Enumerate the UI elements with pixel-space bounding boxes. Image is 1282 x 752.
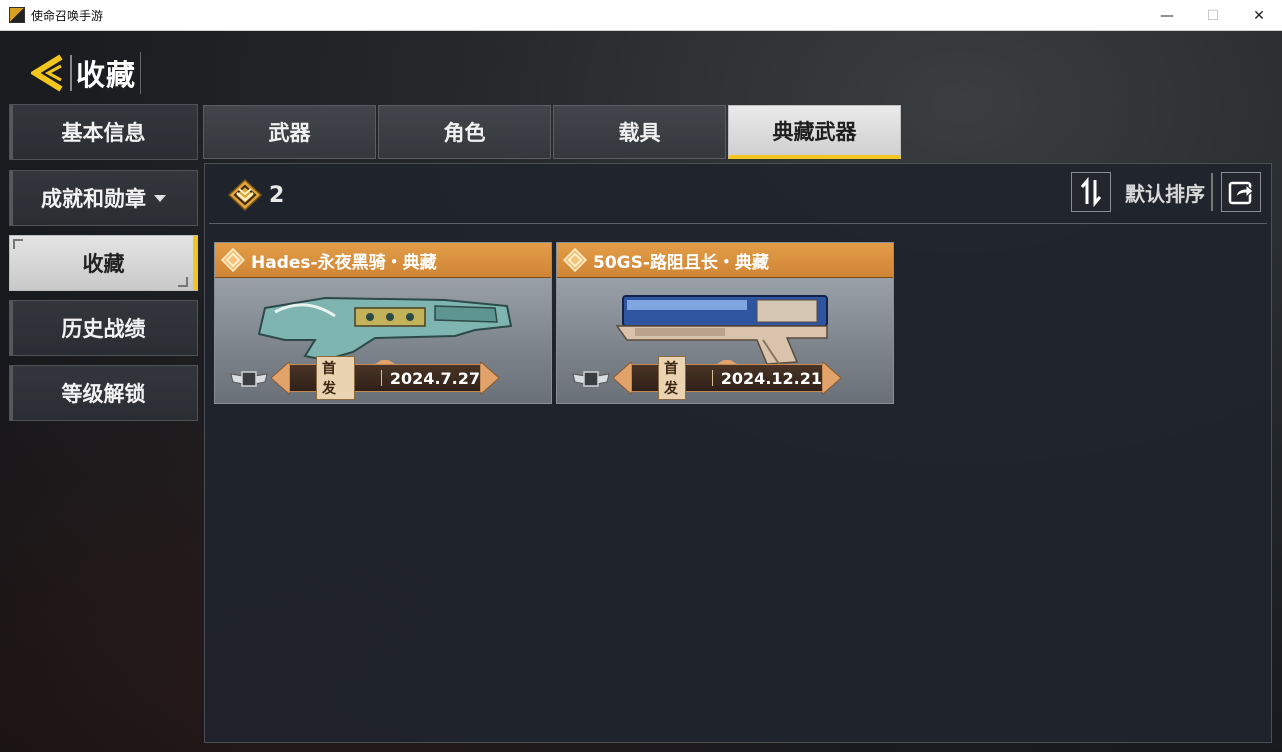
release-date: 2024.12.21 bbox=[720, 368, 822, 388]
share-icon bbox=[1228, 181, 1254, 205]
shotgun-weapon-image bbox=[257, 296, 513, 362]
card-weapon-name: 50GS-路阻且长・典藏 bbox=[593, 252, 769, 273]
rank-wings-badge-icon bbox=[230, 371, 268, 387]
diamond-rank-icon bbox=[227, 178, 263, 212]
sidebar-item-history[interactable]: 历史战绩 bbox=[9, 300, 198, 356]
release-ribbon: 首发 2024.12.21 bbox=[613, 356, 841, 400]
maximize-button[interactable]: ☐ bbox=[1190, 0, 1236, 31]
release-tag: 首发 bbox=[658, 356, 687, 400]
card-body: 首发 2024.7.27 bbox=[215, 278, 551, 403]
legendary-diamond-icon bbox=[221, 248, 245, 272]
sort-controls: 默认排序 bbox=[1071, 172, 1261, 212]
category-tabs: 武器 角色 载具 典藏武器 bbox=[203, 105, 903, 161]
tab-vehicles[interactable]: 载具 bbox=[553, 105, 726, 159]
sidebar-item-label: 成就和勋章 bbox=[41, 187, 146, 211]
release-ribbon: 首发 2024.7.27 bbox=[271, 356, 499, 400]
rank-wings-badge-icon bbox=[572, 371, 610, 387]
sidebar-item-label: 基本信息 bbox=[61, 121, 146, 145]
card-header: 50GS-路阻且长・典藏 bbox=[557, 243, 893, 278]
minimize-button[interactable]: — bbox=[1144, 0, 1190, 31]
ribbon-separator bbox=[380, 370, 382, 386]
back-button[interactable] bbox=[30, 53, 68, 93]
sort-label[interactable]: 默认排序 bbox=[1125, 178, 1205, 207]
back-arrow-icon bbox=[31, 54, 63, 92]
share-button[interactable] bbox=[1221, 172, 1261, 212]
game-area: 收藏 基本信息 成就和勋章 收藏 历史战绩 等级解锁 武器 角色 载具 典藏武器 bbox=[0, 31, 1282, 752]
sidebar-item-label: 等级解锁 bbox=[61, 382, 146, 406]
weapon-card[interactable]: 50GS-路阻且长・典藏 首发 2024.12.21 bbox=[556, 242, 894, 404]
pistol-weapon-image bbox=[615, 295, 828, 365]
ribbon-content: 首发 2024.7.27 bbox=[289, 356, 481, 400]
release-date: 2024.7.27 bbox=[389, 368, 480, 388]
collection-panel: 2 默认排序 Hades-永夜黑骑・典藏 首发 2024.7.27 50GS-路… bbox=[204, 163, 1272, 743]
sidebar-item-basic-info[interactable]: 基本信息 bbox=[9, 104, 198, 160]
ribbon-separator bbox=[712, 370, 713, 386]
app-icon bbox=[9, 7, 25, 23]
window-titlebar: 使命召唤手游 — ☐ ✕ bbox=[0, 0, 1282, 31]
sidebar-item-collection[interactable]: 收藏 bbox=[9, 235, 198, 291]
tab-legendary-weapons[interactable]: 典藏武器 bbox=[728, 105, 901, 159]
card-weapon-name: Hades-永夜黑骑・典藏 bbox=[251, 252, 437, 273]
window-controls: — ☐ ✕ bbox=[1144, 0, 1282, 31]
close-button[interactable]: ✕ bbox=[1236, 0, 1282, 31]
sidebar-item-label: 收藏 bbox=[82, 252, 125, 276]
weapon-card[interactable]: Hades-永夜黑骑・典藏 首发 2024.7.27 bbox=[214, 242, 552, 404]
sort-button[interactable] bbox=[1071, 172, 1111, 212]
ribbon-content: 首发 2024.12.21 bbox=[631, 356, 823, 400]
legendary-diamond-icon bbox=[563, 248, 587, 272]
sort-divider bbox=[1211, 173, 1213, 211]
collection-count: 2 bbox=[227, 178, 284, 212]
tab-characters[interactable]: 角色 bbox=[378, 105, 551, 159]
release-tag: 首发 bbox=[316, 356, 355, 400]
card-header: Hades-永夜黑骑・典藏 bbox=[215, 243, 551, 278]
sidebar-item-label: 历史战绩 bbox=[61, 317, 146, 341]
sort-arrows-icon bbox=[1080, 177, 1102, 207]
tab-weapons[interactable]: 武器 bbox=[203, 105, 376, 159]
chevron-down-icon bbox=[154, 194, 166, 202]
page-title: 收藏 bbox=[76, 52, 142, 94]
panel-divider bbox=[209, 223, 1267, 224]
count-value: 2 bbox=[269, 182, 285, 208]
window-title: 使命召唤手游 bbox=[31, 8, 104, 23]
sidebar-item-achievements[interactable]: 成就和勋章 bbox=[9, 170, 198, 226]
card-body: 首发 2024.12.21 bbox=[557, 278, 893, 403]
header-divider bbox=[70, 55, 72, 91]
page-header: 收藏 bbox=[30, 51, 142, 95]
sidebar-item-level-unlock[interactable]: 等级解锁 bbox=[9, 365, 198, 421]
